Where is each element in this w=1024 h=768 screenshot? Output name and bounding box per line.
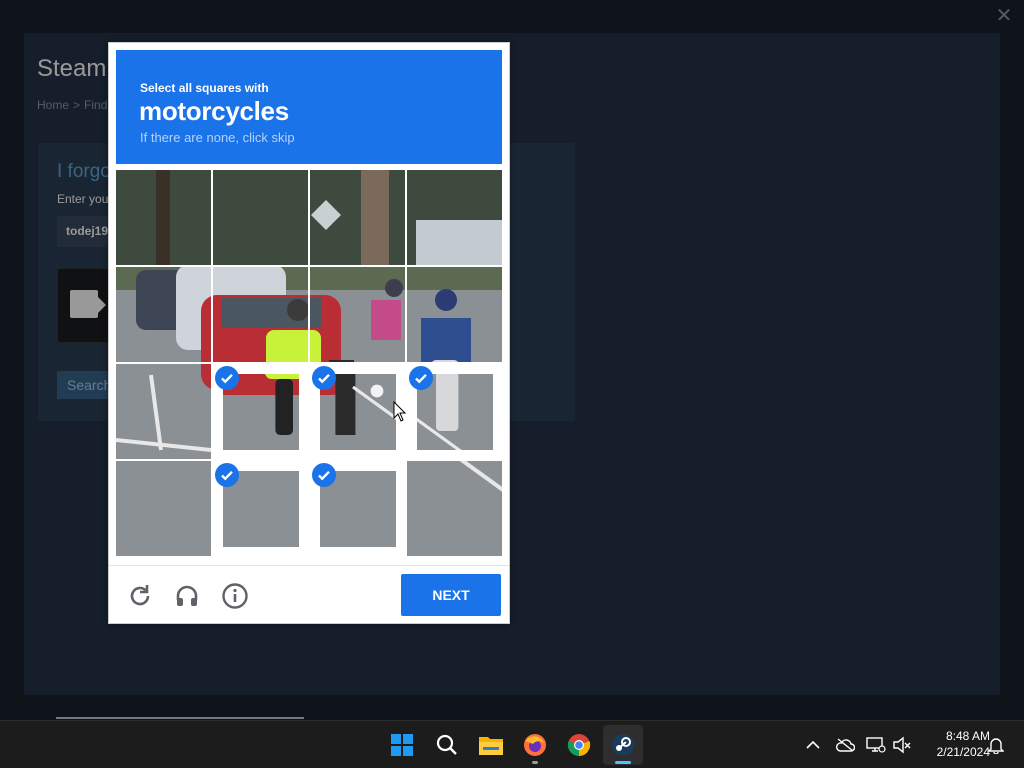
tile-grid: [116, 170, 503, 557]
captcha-tile[interactable]: [310, 170, 405, 265]
firefox-icon[interactable]: [515, 725, 555, 765]
mouse-cursor-icon: [393, 401, 407, 422]
tile-image: [116, 267, 211, 362]
captcha-tile[interactable]: [407, 461, 502, 556]
tile-image: [213, 267, 308, 362]
captcha-tile[interactable]: [407, 364, 502, 459]
search-icon[interactable]: [427, 725, 467, 765]
active-indicator: [615, 761, 631, 764]
chrome-icon[interactable]: [559, 725, 599, 765]
tile-image: [116, 461, 211, 556]
captcha-tile[interactable]: [310, 267, 405, 362]
challenge-instruction: Select all squares with: [140, 81, 269, 95]
tile-image: [213, 170, 308, 265]
notification-bell-icon[interactable]: [986, 735, 1006, 755]
chevron-up-icon[interactable]: [803, 735, 823, 755]
captcha-tile[interactable]: [213, 267, 308, 362]
captcha-challenge: Select all squares with motorcycles If t…: [108, 42, 510, 624]
tile-image: [116, 170, 211, 265]
captcha-tile[interactable]: [310, 364, 405, 459]
captcha-tile[interactable]: [116, 267, 211, 362]
tile-image: [310, 170, 405, 265]
reload-icon[interactable]: [126, 582, 154, 610]
captcha-tile[interactable]: [116, 461, 211, 556]
clock-date: 2/21/2024: [936, 745, 990, 759]
captcha-tile[interactable]: [116, 170, 211, 265]
challenge-hint: If there are none, click skip: [140, 130, 295, 145]
captcha-tile[interactable]: [407, 170, 502, 265]
tile-image: [310, 267, 405, 362]
challenge-footer: NEXT: [109, 565, 509, 623]
checkmark-icon: [215, 366, 239, 390]
info-icon[interactable]: [221, 582, 249, 610]
checkmark-icon: [215, 463, 239, 487]
checkmark-icon: [312, 366, 336, 390]
challenge-header: Select all squares with motorcycles If t…: [116, 50, 502, 164]
volume-muted-icon[interactable]: [892, 735, 912, 755]
windows-start-icon[interactable]: [382, 725, 422, 765]
captcha-tile[interactable]: [213, 364, 308, 459]
captcha-tile[interactable]: [407, 267, 502, 362]
captcha-tile[interactable]: [213, 170, 308, 265]
network-icon[interactable]: [866, 735, 886, 755]
running-indicator: [532, 761, 538, 764]
tile-image: [116, 364, 211, 459]
checkmark-icon: [409, 366, 433, 390]
onedrive-icon[interactable]: [835, 735, 855, 755]
captcha-tile[interactable]: [116, 364, 211, 459]
steam-icon[interactable]: [603, 725, 643, 765]
tile-image: [407, 267, 502, 362]
audio-icon[interactable]: [173, 582, 201, 610]
captcha-tile[interactable]: [213, 461, 308, 556]
tile-image: [407, 170, 502, 265]
captcha-tile[interactable]: [310, 461, 405, 556]
next-button[interactable]: NEXT: [401, 574, 501, 616]
checkmark-icon: [312, 463, 336, 487]
clock-time: 8:48 AM: [945, 729, 990, 743]
file-explorer-icon[interactable]: [471, 725, 511, 765]
challenge-target: motorcycles: [139, 96, 289, 126]
clock[interactable]: 8:48 AM 2/21/2024: [918, 728, 990, 760]
taskbar: 8:48 AM 2/21/2024: [0, 720, 1024, 768]
tile-image: [407, 461, 502, 556]
